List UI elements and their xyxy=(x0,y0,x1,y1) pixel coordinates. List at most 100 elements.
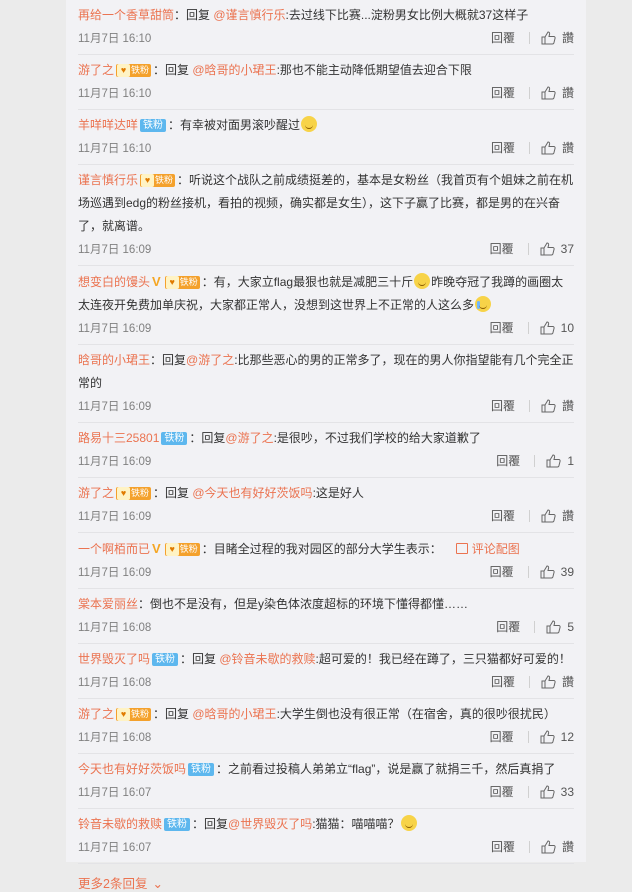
like-button[interactable]: 讚 xyxy=(541,82,574,104)
smile-emoji-icon xyxy=(301,116,318,132)
divider xyxy=(527,322,529,334)
like-button[interactable]: 讚 xyxy=(541,836,574,858)
reply-button[interactable]: 回覆 xyxy=(496,450,520,472)
verified-v-icon: V xyxy=(152,274,161,289)
reply-body: :这是好人 xyxy=(312,486,364,500)
username-link[interactable]: 谨言慎行乐 xyxy=(78,173,138,187)
like-button[interactable]: 12 xyxy=(540,726,574,748)
username-link[interactable]: 羊咩咩达咩 xyxy=(78,118,138,132)
more-replies-link[interactable]: 更多2条回复 ⌄ xyxy=(78,864,574,892)
reply-button[interactable]: 回覆 xyxy=(496,616,520,638)
reply-text: 再给一个香草甜筒：回复 @谨言慎行乐:去过线下比赛...淀粉男女比例大概就37这… xyxy=(78,4,574,27)
divider xyxy=(527,731,529,743)
reply-button[interactable]: 回覆 xyxy=(490,238,514,260)
verified-v-icon: V xyxy=(152,541,161,556)
username-link[interactable]: 今天也有好好茨饭吗 xyxy=(78,762,186,776)
like-button[interactable]: 讚 xyxy=(541,505,574,527)
reply-meta: 11月7日 16:09 回覆 讚 xyxy=(78,395,574,417)
like-button[interactable]: 37 xyxy=(540,238,574,260)
divider xyxy=(534,455,536,467)
mention-link[interactable]: @游了之 xyxy=(225,431,273,445)
reply-button[interactable]: 回覆 xyxy=(491,27,515,49)
reply-prefix: ：回复 xyxy=(153,486,193,500)
like-button[interactable]: 讚 xyxy=(541,137,574,159)
like-count: 5 xyxy=(567,620,574,634)
timestamp: 11月7日 16:09 xyxy=(78,323,152,335)
reply-prefix: ： xyxy=(201,275,214,289)
reply-text: 羊咩咩达咩 铁粉 ：有幸被对面男滚吵醒过 xyxy=(78,114,574,137)
badge-label: 铁粉 xyxy=(155,175,174,185)
like-button[interactable]: 讚 xyxy=(541,671,574,693)
badge-label: 铁粉 xyxy=(131,65,150,75)
reply-prefix: ：回复 xyxy=(153,63,193,77)
reply-item: 谨言慎行乐 ♥ 铁粉 ：听说这个战队之前成绩挺差的，基本是女粉丝（我首页有个姐妹之前在… xyxy=(78,165,574,266)
reply-button[interactable]: 回覆 xyxy=(491,137,515,159)
timestamp: 11月7日 16:10 xyxy=(78,143,152,155)
mention-link[interactable]: @谨言慎行乐 xyxy=(213,8,285,22)
reply-button[interactable]: 回覆 xyxy=(490,317,514,339)
divider xyxy=(528,87,530,99)
reply-item: 游了之 ♥ 铁粉 ：回复 @晗哥的小珺王:大学生倒也没有很正常（在宿舍，真的很吵很扰民… xyxy=(78,699,574,754)
like-count: 1 xyxy=(567,454,574,468)
timestamp: 11月7日 16:09 xyxy=(78,511,152,523)
reply-actions: 回覆 讚 xyxy=(491,27,574,49)
reply-actions: 回覆 1 xyxy=(496,450,574,472)
thumbs-up-icon xyxy=(541,86,556,100)
reply-button[interactable]: 回覆 xyxy=(490,781,514,803)
username-link[interactable]: 想变白的馒头 xyxy=(78,275,150,289)
like-count: 讚 xyxy=(561,399,574,413)
reply-meta: 11月7日 16:08 回覆 12 xyxy=(78,726,574,748)
mention-link[interactable]: @晗哥的小珺王 xyxy=(192,707,276,721)
fan-level-icon: ♥ xyxy=(117,487,131,500)
reply-button[interactable]: 回覆 xyxy=(491,82,515,104)
reply-prefix: ： xyxy=(201,542,214,556)
reply-prefix: ： xyxy=(168,118,181,132)
username-link[interactable]: 再给一个香草甜筒 xyxy=(78,8,174,22)
like-button[interactable]: 讚 xyxy=(541,27,574,49)
thumbs-up-icon xyxy=(541,840,556,854)
username-link[interactable]: 路易十三25801 xyxy=(78,431,159,445)
username-link[interactable]: 游了之 xyxy=(78,707,114,721)
like-count: 讚 xyxy=(561,509,574,523)
chevron-down-icon: ⌄ xyxy=(152,877,163,891)
reply-button[interactable]: 回覆 xyxy=(491,671,515,693)
like-count: 讚 xyxy=(561,31,574,45)
like-count: 讚 xyxy=(561,86,574,100)
thumbs-up-icon xyxy=(540,730,555,744)
username-link[interactable]: 晗哥的小珺王 xyxy=(78,353,150,367)
comment-image-link[interactable]: 评论配图 xyxy=(455,542,520,556)
thumbs-up-icon xyxy=(540,565,555,579)
like-button[interactable]: 10 xyxy=(540,317,574,339)
username-link[interactable]: 一个啊栢而已 xyxy=(78,542,150,556)
reply-button[interactable]: 回覆 xyxy=(491,836,515,858)
reply-button[interactable]: 回覆 xyxy=(490,561,514,583)
like-button[interactable]: 1 xyxy=(546,450,574,472)
thumbs-up-icon xyxy=(541,675,556,689)
mention-link[interactable]: @晗哥的小珺王 xyxy=(192,63,276,77)
username-link[interactable]: 游了之 xyxy=(78,486,114,500)
timestamp: 11月7日 16:08 xyxy=(78,732,152,744)
reply-button[interactable]: 回覆 xyxy=(491,395,515,417)
username-link[interactable]: 世界毁灭了吗 xyxy=(78,652,150,666)
reply-item: 铃音未歇的救赎 铁粉 ：回复@世界毁灭了吗:猫猫：喵喵喵？ 11月7日 16:07 回覆… xyxy=(78,809,574,864)
username-link[interactable]: 棠本爱丽丝 xyxy=(78,597,138,611)
thumbs-up-icon xyxy=(540,242,555,256)
mention-link[interactable]: @世界毁灭了吗 xyxy=(228,817,312,831)
badge-label: 铁粉 xyxy=(179,544,198,554)
reply-button[interactable]: 回覆 xyxy=(491,505,515,527)
mention-link[interactable]: @游了之 xyxy=(186,353,234,367)
reply-text: 游了之 ♥ 铁粉 ：回复 @晗哥的小珺王:大学生倒也没有很正常（在宿舍，真的很吵很扰民… xyxy=(78,703,574,726)
like-button[interactable]: 39 xyxy=(540,561,574,583)
reply-item: 羊咩咩达咩 铁粉 ：有幸被对面男滚吵醒过 11月7日 16:10 回覆 讚 xyxy=(78,110,574,165)
username-link[interactable]: 游了之 xyxy=(78,63,114,77)
username-link[interactable]: 铃音未歇的救赎 xyxy=(78,817,162,831)
reply-prefix: ：回复 xyxy=(150,353,187,367)
mention-link[interactable]: @铃音未歇的救赎 xyxy=(219,652,315,666)
like-button[interactable]: 讚 xyxy=(541,395,574,417)
like-button[interactable]: 5 xyxy=(546,616,574,638)
like-button[interactable]: 33 xyxy=(540,781,574,803)
like-count: 37 xyxy=(560,242,574,256)
reply-button[interactable]: 回覆 xyxy=(490,726,514,748)
divider xyxy=(527,566,529,578)
mention-link[interactable]: @今天也有好好茨饭吗 xyxy=(192,486,312,500)
